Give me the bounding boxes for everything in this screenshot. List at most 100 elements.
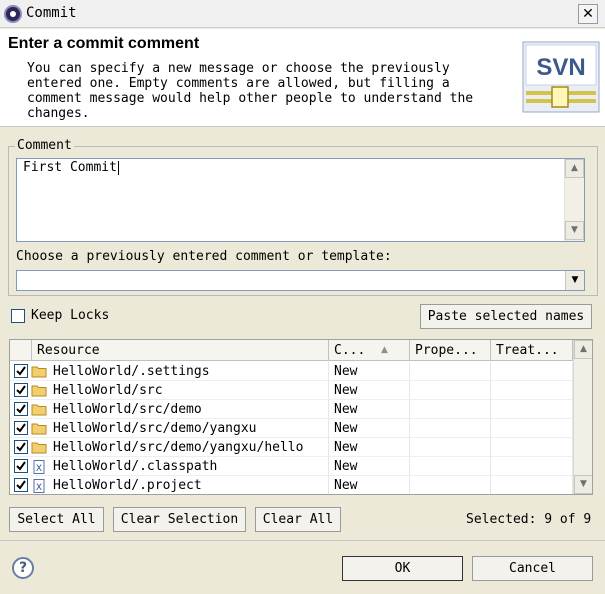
resource-cell: X HelloWorld/.project [10,476,329,494]
scroll-up-icon[interactable]: ▲ [565,159,584,178]
treat-cell [491,476,573,494]
properties-cell [410,476,491,494]
properties-cell [410,362,491,381]
resource-cell: HelloWorld/src/demo/yangxu/hello [10,438,329,457]
treat-cell [491,362,573,381]
resource-cell: HelloWorld/src/demo [10,400,329,419]
row-checkbox[interactable] [14,478,28,492]
paste-selected-names-button[interactable]: Paste selected names [420,304,592,329]
resource-name: HelloWorld/src/demo [53,402,202,417]
page-title: Enter a commit comment [8,35,200,52]
treat-cell [491,400,573,419]
table-row[interactable]: HelloWorld/.settings New [10,362,573,381]
column-treat[interactable]: Treat... [491,340,573,361]
svg-text:X: X [36,464,42,474]
row-checkbox[interactable] [14,459,28,473]
chevron-down-icon[interactable]: ▼ [565,271,584,290]
change-cell: New [329,457,410,476]
close-button[interactable]: ✕ [578,4,598,24]
keep-locks-checkbox[interactable] [11,309,25,323]
folder-icon [31,365,47,378]
comment-scrollbar[interactable]: ▲ ▼ [564,159,584,241]
treat-cell [491,438,573,457]
row-checkbox[interactable] [14,402,28,416]
help-icon[interactable]: ? [12,557,34,579]
scroll-down-icon[interactable]: ▼ [565,221,584,240]
column-change[interactable]: C... ▲ [329,340,410,361]
table-scrollbar[interactable]: ▲ ▼ [573,340,592,494]
folder-icon [31,384,47,397]
resource-table: Resource C... ▲ Prope... Treat... HelloWo… [9,339,593,495]
folder-icon [31,403,47,416]
resource-name: HelloWorld/.project [53,478,202,493]
xml-file-icon: X [31,460,47,474]
table-row[interactable]: HelloWorld/src/demo/yangxu New [10,419,573,438]
properties-cell [410,438,491,457]
resource-cell: HelloWorld/src [10,381,329,400]
change-cell: New [329,400,410,419]
change-cell: New [329,419,410,438]
ok-button[interactable]: OK [342,556,463,581]
column-properties[interactable]: Prope... [410,340,491,361]
header-spacer [10,340,32,361]
change-cell: New [329,381,410,400]
comment-textarea[interactable]: First Commit ▲ ▼ [16,158,585,242]
table-header: Resource C... ▲ Prope... Treat... [10,340,573,361]
sort-ascending-icon: ▲ [381,345,388,355]
treat-cell [491,457,573,476]
treat-cell [491,419,573,438]
clear-all-button[interactable]: Clear All [255,507,341,532]
resource-cell: X HelloWorld/.classpath [10,457,329,476]
resource-name: HelloWorld/.classpath [53,459,218,474]
resource-cell: HelloWorld/.settings [10,362,329,381]
folder-icon [31,441,47,454]
resource-name: HelloWorld/src [53,383,163,398]
resource-name: HelloWorld/.settings [53,364,210,379]
row-checkbox[interactable] [14,364,28,378]
resource-name: HelloWorld/src/demo/yangxu/hello [53,440,304,455]
comment-text: First Commit [23,160,117,175]
properties-cell [410,381,491,400]
window-title: Commit [26,5,77,21]
table-row[interactable]: X HelloWorld/.classpath New [10,457,573,476]
folder-icon [31,422,47,435]
keep-locks-label: Keep Locks [31,308,110,323]
properties-cell [410,419,491,438]
change-cell: New [329,362,410,381]
template-dropdown[interactable]: ▼ [16,270,585,291]
column-resource[interactable]: Resource [32,340,329,361]
dialog-header: Enter a commit comment You can specify a… [0,29,605,127]
title-bar: Commit ✕ [0,0,605,28]
cancel-button[interactable]: Cancel [472,556,593,581]
table-row[interactable]: HelloWorld/src New [10,381,573,400]
column-change-label: C... [334,343,366,358]
comment-legend: Comment [15,138,74,153]
row-checkbox[interactable] [14,440,28,454]
resource-name: HelloWorld/src/demo/yangxu [53,421,257,436]
treat-cell [491,381,573,400]
properties-cell [410,457,491,476]
properties-cell [410,400,491,419]
change-cell: New [329,438,410,457]
svg-text:X: X [36,483,42,493]
row-checkbox[interactable] [14,383,28,397]
svn-logo: SVN [522,41,600,113]
scroll-down-icon[interactable]: ▼ [574,475,592,494]
eclipse-app-icon [4,5,22,23]
xml-file-icon: X [31,479,47,493]
text-caret [117,160,119,175]
header-description: You can specify a new message or choose … [27,61,474,121]
row-checkbox[interactable] [14,421,28,435]
table-row[interactable]: HelloWorld/src/demo/yangxu/hello New [10,438,573,457]
selected-count: Selected: 9 of 9 [466,512,592,527]
scroll-up-icon[interactable]: ▲ [574,340,592,359]
resource-cell: HelloWorld/src/demo/yangxu [10,419,329,438]
svg-text:SVN: SVN [536,54,585,81]
table-row[interactable]: HelloWorld/src/demo New [10,400,573,419]
clear-selection-button[interactable]: Clear Selection [113,507,246,532]
select-all-button[interactable]: Select All [9,507,104,532]
template-label: Choose a previously entered comment or t… [16,249,392,264]
change-cell: New [329,476,410,494]
divider [0,540,605,541]
table-row[interactable]: X HelloWorld/.project New [10,476,573,494]
